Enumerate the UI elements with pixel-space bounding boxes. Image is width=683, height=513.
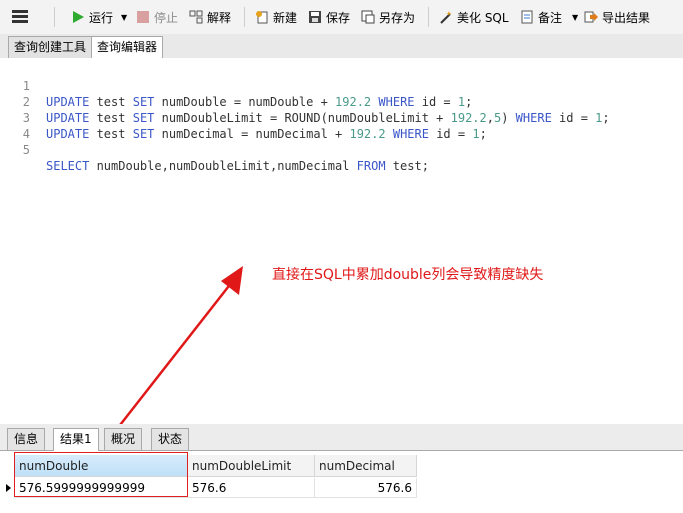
table-cell[interactable]: 576.6 [188, 478, 315, 498]
current-row-marker-icon [6, 484, 11, 492]
column-header-numdecimal[interactable]: numDecimal [315, 455, 417, 477]
highlight-box [14, 452, 188, 497]
tab-status[interactable]: 状态 [151, 428, 190, 450]
column-header-numdoublelimit[interactable]: numDoubleLimit [188, 455, 315, 477]
tab-overview[interactable]: 概况 [104, 428, 143, 450]
result-tab-bar: 信息 结果1 概况 状态 [0, 424, 683, 451]
table-cell[interactable]: 576.6 [315, 478, 417, 498]
tab-result-1[interactable]: 结果1 [53, 428, 99, 451]
tab-info[interactable]: 信息 [7, 428, 46, 450]
